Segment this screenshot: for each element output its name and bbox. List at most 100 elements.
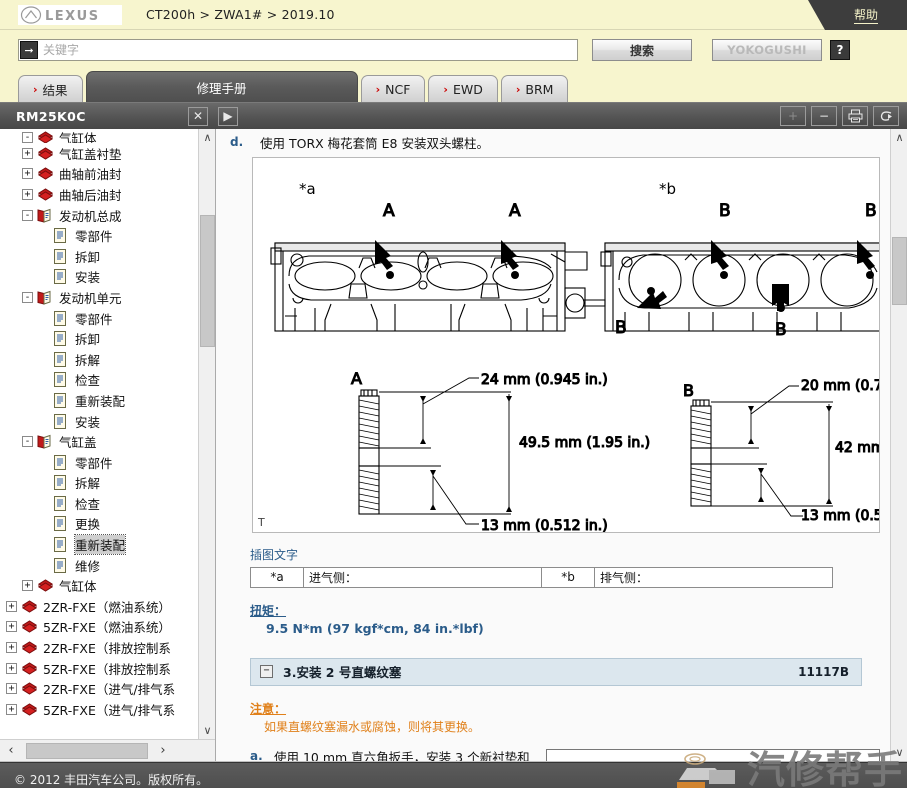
tree-item[interactable]: - 气缸盖: [0, 431, 215, 452]
tree-expand-icon[interactable]: +: [22, 188, 33, 200]
tree-item[interactable]: 拆解: [0, 473, 215, 494]
tree-item[interactable]: 重新装配: [0, 390, 215, 411]
arrow-right-icon[interactable]: ➞: [20, 41, 38, 59]
tree-collapse-icon[interactable]: -: [22, 209, 33, 221]
document-icon: [53, 248, 70, 264]
tab-ewd[interactable]: › EWD: [428, 75, 498, 102]
tree-item[interactable]: + 气缸盖衬垫: [0, 143, 215, 164]
tree-item-label: 重新装配: [75, 393, 126, 409]
tree-item[interactable]: +2ZR-FXE（进气/排气系: [0, 678, 215, 699]
tab-repair-manual[interactable]: 修理手册: [85, 71, 358, 102]
tree-item[interactable]: 安装: [0, 411, 215, 432]
yokogushi-button[interactable]: YOKOGUSHI: [712, 39, 822, 61]
scroll-right-arrow-icon[interactable]: ›: [152, 741, 174, 761]
tree-collapse-icon[interactable]: -: [22, 291, 33, 303]
tree-item[interactable]: 检查: [0, 370, 215, 391]
search-field-wrapper: ➞: [18, 39, 578, 61]
tree-item[interactable]: 安装: [0, 267, 215, 288]
tree-item[interactable]: 零部件: [0, 452, 215, 473]
tree-item[interactable]: + 曲轴后油封: [0, 184, 215, 205]
tree-expand-icon[interactable]: +: [22, 147, 33, 159]
lexus-logo: LEXUS: [18, 4, 122, 25]
tree-item[interactable]: 维修: [0, 555, 215, 576]
book-icon: [21, 640, 38, 655]
tree-collapse-icon[interactable]: -: [22, 436, 33, 448]
tree-item-label: 2ZR-FXE（进气/排气系: [43, 682, 176, 698]
tree-item[interactable]: 零部件: [0, 308, 215, 329]
tree-item[interactable]: 重新装配: [0, 534, 215, 556]
tree-expand-icon[interactable]: +: [6, 621, 17, 633]
book-icon: [37, 166, 54, 181]
scroll-up-arrow-icon[interactable]: ∧: [199, 129, 215, 146]
tree-expand-icon[interactable]: +: [6, 683, 17, 695]
collapse-all-icon[interactable]: −: [811, 106, 837, 126]
search-input[interactable]: [41, 41, 577, 59]
chevron-right-icon: ›: [515, 82, 521, 96]
content-vertical-scrollbar[interactable]: ∧ ∨: [890, 129, 907, 761]
tree-item[interactable]: +5ZR-FXE（进气/排气系: [0, 699, 215, 720]
content-scroll-thumb[interactable]: [892, 237, 907, 305]
document-body: d. 使用 TORX 梅花套筒 E8 安装双头螺柱。 A A B B B B A…: [216, 129, 890, 761]
tree-expand-icon[interactable]: +: [6, 703, 17, 715]
tree-item-label: 5ZR-FXE（进气/排气系: [43, 702, 176, 718]
printer-icon[interactable]: [842, 106, 868, 126]
tree-hscroll-thumb[interactable]: [26, 742, 148, 759]
tab-ncf[interactable]: › NCF: [360, 75, 426, 102]
tree-item[interactable]: + 曲轴前油封: [0, 164, 215, 185]
next-arrow-icon[interactable]: ▶: [218, 106, 238, 126]
scroll-down-arrow-icon[interactable]: ∨: [891, 744, 907, 761]
close-icon[interactable]: ✕: [188, 106, 208, 126]
tree-collapse-icon[interactable]: -: [22, 131, 33, 143]
return-arrow-icon[interactable]: [873, 106, 899, 126]
question-mark-icon[interactable]: ?: [830, 40, 850, 60]
tree-horizontal-scrollbar[interactable]: ‹ ›: [0, 739, 215, 761]
tree-item[interactable]: - 气缸体: [0, 131, 215, 143]
tree-item[interactable]: 拆解: [0, 349, 215, 370]
book-icon: [37, 208, 54, 223]
legend-value-b: 排气侧：: [594, 566, 833, 588]
tab-results[interactable]: › 结果: [18, 75, 83, 102]
tree-expand-icon[interactable]: +: [22, 580, 33, 592]
tree-expand-icon[interactable]: +: [6, 662, 17, 674]
tree-vertical-scrollbar[interactable]: ∧ ∨: [198, 129, 215, 739]
document-icon: [53, 454, 70, 470]
figure-legend-table: *a 进气侧： *b 排气侧：: [250, 566, 833, 588]
tree-item[interactable]: +5ZR-FXE（燃油系统）: [0, 617, 215, 638]
section-header[interactable]: − 3.安装 2 号直螺纹塞 11117B: [250, 657, 862, 686]
tree-item[interactable]: +2ZR-FXE（排放控制系: [0, 637, 215, 658]
expand-all-icon[interactable]: +: [780, 106, 806, 126]
tab-brm[interactable]: › BRM: [500, 75, 569, 102]
tree-item-label: 拆解: [75, 476, 101, 492]
tree-expand-icon[interactable]: +: [6, 642, 17, 654]
book-icon: [37, 146, 54, 161]
tree-item[interactable]: - 发动机总成: [0, 205, 215, 226]
torque-heading: 扭矩：: [250, 603, 287, 618]
navigation-sidebar: - 气缸体 + 气缸盖衬垫 + 曲轴前油封 + 曲轴后油封 - 发动机总成 零部件 拆卸 安装 - 发动机单…: [0, 129, 216, 761]
tree-item[interactable]: 零部件: [0, 225, 215, 246]
tree-item[interactable]: 更换: [0, 514, 215, 535]
scroll-down-arrow-icon[interactable]: ∨: [199, 722, 215, 739]
chevron-right-icon: ›: [443, 82, 448, 96]
tree-item[interactable]: +2ZR-FXE（燃油系统）: [0, 596, 215, 617]
book-icon: [37, 434, 54, 449]
figure-callout-b: B: [719, 201, 731, 221]
tree-item[interactable]: 拆卸: [0, 246, 215, 267]
step-figure-placeholder: [545, 748, 880, 761]
tree-item[interactable]: 检查: [0, 493, 215, 514]
tree-expand-icon[interactable]: +: [22, 168, 33, 180]
section-collapse-icon[interactable]: −: [260, 665, 273, 679]
document-icon: [53, 557, 70, 573]
help-button[interactable]: 帮助: [808, 0, 907, 30]
scroll-up-arrow-icon[interactable]: ∧: [891, 129, 907, 146]
tree-item[interactable]: +5ZR-FXE（排放控制系: [0, 658, 215, 679]
tree-item[interactable]: 拆卸: [0, 328, 215, 349]
book-icon: [37, 187, 54, 202]
tree-expand-icon[interactable]: +: [6, 600, 17, 612]
tree-item[interactable]: - 发动机单元: [0, 287, 215, 308]
tree-item-label: 2ZR-FXE（燃油系统）: [43, 599, 171, 615]
search-button[interactable]: 搜索: [592, 39, 692, 61]
tree-scroll-thumb[interactable]: [200, 215, 215, 347]
scroll-left-arrow-icon[interactable]: ‹: [0, 741, 22, 761]
tree-item[interactable]: + 气缸体: [0, 575, 215, 596]
